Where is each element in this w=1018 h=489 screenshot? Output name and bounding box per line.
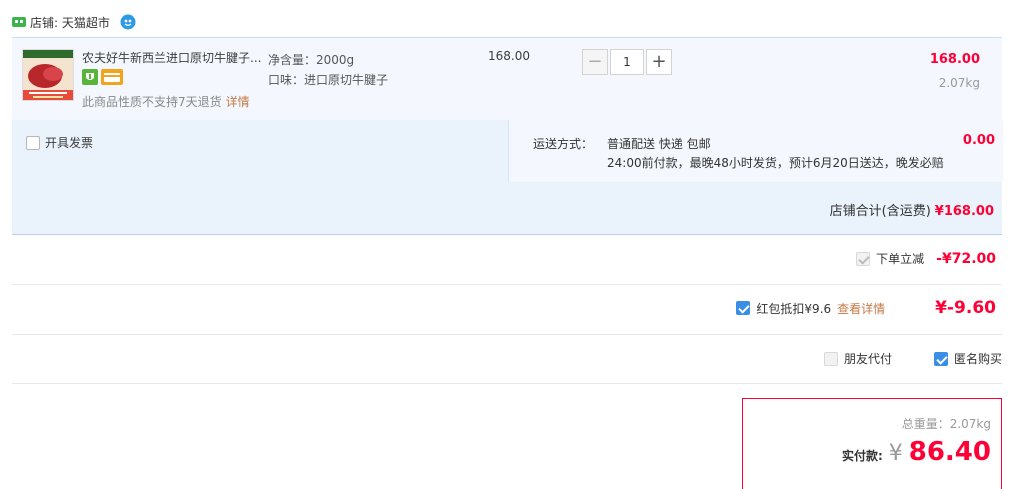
instant-discount-checkbox xyxy=(856,251,871,266)
return-notice-text: 此商品性质不支持7天退货 xyxy=(82,95,222,109)
actual-payment-amount: 86.40 xyxy=(908,437,991,467)
order-item: 农夫好牛新西兰进口原切牛腱子... 此商品性质不支持7天退货 详情 净含量：200… xyxy=(12,37,1002,121)
shop-header: 店铺: 天猫超市 xyxy=(12,12,136,32)
return-notice-link[interactable]: 详情 xyxy=(226,95,250,109)
invoice-shipping-section: 开具发票 运送方式： 普通配送 快递 包邮 24:00前付款，最晚48小时发货，… xyxy=(12,120,1003,182)
payment-summary: 总重量：2.07kg 实付款: ¥ 86.40 xyxy=(742,398,1002,489)
actual-payment-label: 实付款: xyxy=(841,449,883,463)
instant-discount-label: 下单立减 xyxy=(876,252,925,266)
item-line-total: 168.00 xyxy=(929,52,980,67)
invoice-label: 开具发票 xyxy=(45,136,94,150)
product-thumbnail[interactable] xyxy=(22,49,74,101)
redpacket-value: ¥-9.60 xyxy=(935,298,996,318)
subtotal-label: 店铺合计(含运费) xyxy=(829,204,931,219)
item-weight: 2.07kg xyxy=(938,76,980,90)
redpacket-label: 红包抵扣¥9.6 xyxy=(756,301,832,316)
instant-discount-value: -¥72.00 xyxy=(936,250,996,267)
shop-subtotal: 店铺合计(含运费) ¥168.00 xyxy=(830,200,994,219)
shop-name[interactable]: 店铺: 天猫超市 xyxy=(30,14,110,31)
friend-pay-checkbox xyxy=(823,351,838,366)
shipping-panel: 运送方式： 普通配送 快递 包邮 24:00前付款，最晚48小时发货，预计6月2… xyxy=(508,120,1003,182)
actual-payment: 实付款: ¥ 86.40 xyxy=(842,437,991,467)
instant-discount-row: 下单立减 -¥72.00 xyxy=(856,250,996,267)
shipping-fee: 0.00 xyxy=(962,133,995,148)
shop-subtotal-section: 店铺合计(含运费) ¥168.00 xyxy=(12,182,1002,235)
quantity-decrease-button[interactable]: − xyxy=(582,49,608,75)
invoice-checkbox[interactable] xyxy=(26,135,40,150)
return-notice: 此商品性质不支持7天退货 详情 xyxy=(82,93,250,110)
subtotal-value: ¥168.00 xyxy=(934,204,994,219)
quantity-increase-button[interactable]: + xyxy=(646,49,672,75)
quantity-stepper: − 1 + xyxy=(582,49,672,75)
friend-pay-label: 朋友代付 xyxy=(843,352,892,366)
quantity-input[interactable]: 1 xyxy=(610,49,644,75)
currency-symbol: ¥ xyxy=(888,441,903,466)
spec-weight: 净含量：2000g xyxy=(268,53,355,67)
card-badge-icon[interactable] xyxy=(101,69,123,85)
anonymous-purchase-checkbox[interactable] xyxy=(933,351,948,366)
divider xyxy=(12,334,1002,335)
shipping-note: 24:00前付款，最晚48小时发货，预计6月20日送达，晚发必赔 xyxy=(607,156,944,170)
redpacket-details-link[interactable]: 查看详情 xyxy=(837,300,885,317)
spec-flavor: 口味：进口原切牛腱子 xyxy=(268,73,389,87)
redpacket-checkbox[interactable] xyxy=(736,301,751,315)
tmall-shop-icon xyxy=(12,17,26,27)
shipping-methods[interactable]: 普通配送 快递 包邮 xyxy=(607,135,711,152)
divider xyxy=(12,284,1002,285)
quality-badge-icon[interactable] xyxy=(82,69,98,85)
redpacket-row: 红包抵扣¥9.6 查看详情 ¥-9.60 xyxy=(736,298,996,318)
unit-price: 168.00 xyxy=(488,49,530,63)
product-title[interactable]: 农夫好牛新西兰进口原切牛腱子... xyxy=(82,49,272,66)
divider xyxy=(12,383,1002,384)
service-badges xyxy=(82,69,123,85)
total-weight: 总重量：2.07kg xyxy=(901,417,991,431)
wangwang-chat-icon[interactable] xyxy=(120,14,136,30)
invoice-option[interactable]: 开具发票 xyxy=(26,134,93,151)
shipping-label: 运送方式： xyxy=(533,137,594,151)
payment-options-row: 朋友代付 匿名购买 xyxy=(823,350,1002,367)
anonymous-purchase-label: 匿名购买 xyxy=(953,352,1002,366)
